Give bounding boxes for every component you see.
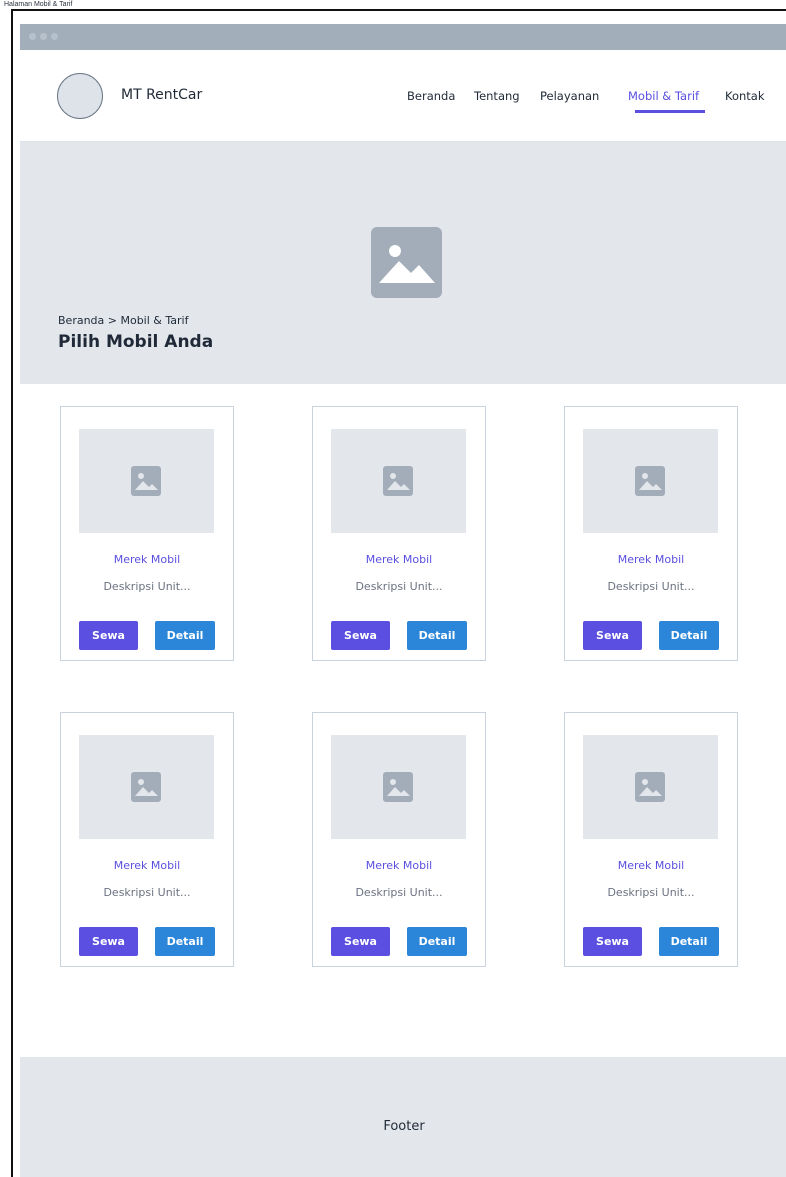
car-description: Deskripsi Unit...: [355, 580, 443, 593]
browser-title-bar: [20, 24, 786, 50]
car-brand-title[interactable]: Merek Mobil: [565, 859, 737, 872]
car-description: Deskripsi Unit...: [355, 886, 443, 899]
car-image-placeholder: [331, 735, 466, 839]
car-brand-title[interactable]: Merek Mobil: [61, 859, 233, 872]
car-description: Deskripsi Unit...: [607, 580, 695, 593]
rent-button[interactable]: Sewa: [583, 927, 642, 956]
car-card: Merek Mobil Deskripsi Unit... Sewa Detail: [312, 712, 486, 967]
rent-button[interactable]: Sewa: [331, 927, 390, 956]
car-image-placeholder: [79, 735, 214, 839]
rent-button[interactable]: Sewa: [79, 927, 138, 956]
car-brand-title[interactable]: Merek Mobil: [565, 553, 737, 566]
car-description: Deskripsi Unit...: [607, 886, 695, 899]
breadcrumb: Beranda > Mobil & Tarif: [58, 314, 189, 327]
car-image-placeholder: [583, 429, 718, 533]
site-footer: Footer: [20, 1057, 786, 1177]
nav-link-kontak[interactable]: Kontak: [725, 89, 765, 103]
car-image-placeholder: [583, 735, 718, 839]
car-description: Deskripsi Unit...: [103, 886, 191, 899]
window-title: Halaman Mobil & Tarif: [4, 1, 73, 8]
image-icon: [635, 466, 665, 496]
logo[interactable]: [57, 73, 103, 119]
car-description: Deskripsi Unit...: [103, 580, 191, 593]
car-brand-title[interactable]: Merek Mobil: [313, 859, 485, 872]
nav-link-beranda[interactable]: Beranda: [407, 89, 455, 103]
rent-button[interactable]: Sewa: [583, 621, 642, 650]
image-icon: [131, 466, 161, 496]
detail-button[interactable]: Detail: [407, 927, 467, 956]
maximize-window-dot-icon[interactable]: [51, 33, 58, 40]
hero-banner: Beranda > Mobil & Tarif Pilih Mobil Anda: [20, 142, 786, 384]
brand-name[interactable]: MT RentCar: [121, 87, 202, 103]
car-card: Merek Mobil Deskripsi Unit... Sewa Detail: [564, 406, 738, 661]
close-window-dot-icon[interactable]: [29, 33, 36, 40]
detail-button[interactable]: Detail: [659, 621, 719, 650]
minimize-window-dot-icon[interactable]: [40, 33, 47, 40]
car-brand-title[interactable]: Merek Mobil: [313, 553, 485, 566]
footer-label: Footer: [383, 1119, 425, 1134]
nav-link-pelayanan[interactable]: Pelayanan: [540, 89, 599, 103]
page-title: Pilih Mobil Anda: [58, 332, 214, 352]
detail-button[interactable]: Detail: [407, 621, 467, 650]
window-controls: [29, 33, 58, 40]
nav-link-tentang[interactable]: Tentang: [474, 89, 520, 103]
image-icon: [371, 227, 442, 298]
detail-button[interactable]: Detail: [155, 621, 215, 650]
image-icon: [131, 772, 161, 802]
detail-button[interactable]: Detail: [155, 927, 215, 956]
image-icon: [383, 466, 413, 496]
wireframe-frame: MT RentCar Beranda Tentang Pelayanan Mob…: [11, 9, 786, 1177]
car-image-placeholder: [79, 429, 214, 533]
car-card: Merek Mobil Deskripsi Unit... Sewa Detail: [60, 406, 234, 661]
car-card: Merek Mobil Deskripsi Unit... Sewa Detail: [312, 406, 486, 661]
nav-link-mobil-tarif[interactable]: Mobil & Tarif: [628, 89, 699, 103]
rent-button[interactable]: Sewa: [79, 621, 138, 650]
rent-button[interactable]: Sewa: [331, 621, 390, 650]
active-nav-indicator: [635, 110, 705, 113]
site-header: MT RentCar Beranda Tentang Pelayanan Mob…: [20, 50, 786, 142]
car-card: Merek Mobil Deskripsi Unit... Sewa Detail: [60, 712, 234, 967]
image-icon: [383, 772, 413, 802]
car-image-placeholder: [331, 429, 466, 533]
image-icon: [635, 772, 665, 802]
car-card: Merek Mobil Deskripsi Unit... Sewa Detail: [564, 712, 738, 967]
detail-button[interactable]: Detail: [659, 927, 719, 956]
car-brand-title[interactable]: Merek Mobil: [61, 553, 233, 566]
